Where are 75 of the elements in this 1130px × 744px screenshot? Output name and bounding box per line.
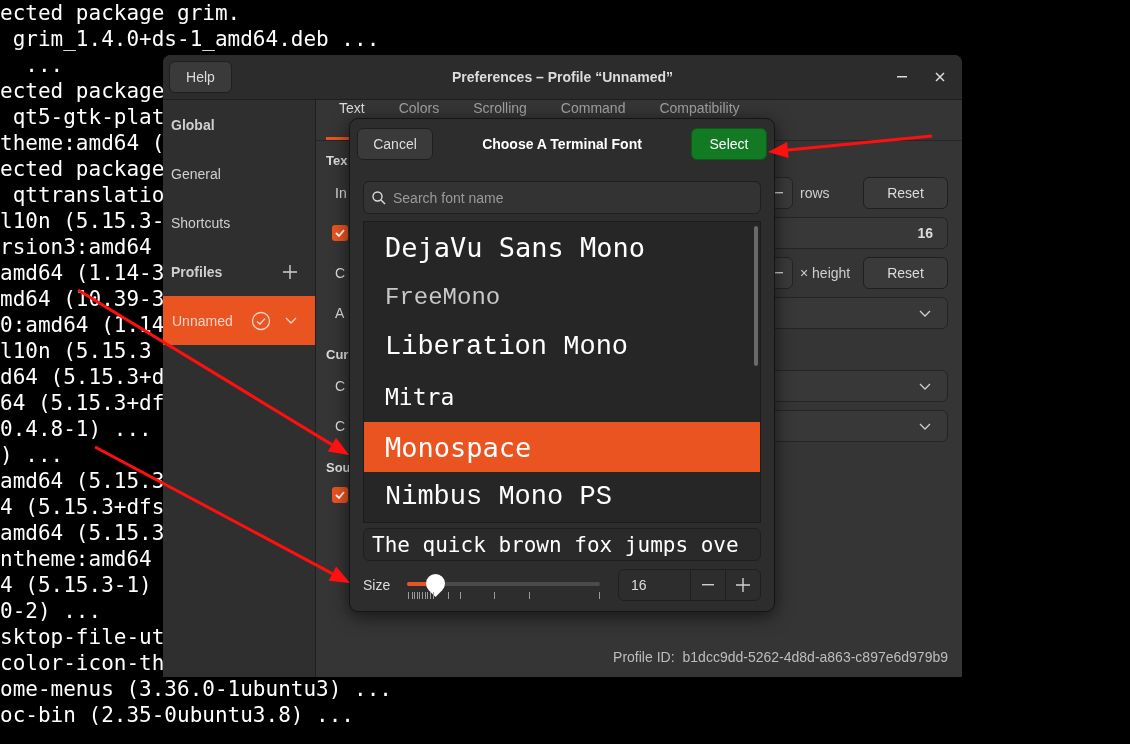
unit-label: × height (799, 265, 852, 281)
terminal-line: ected package (0, 78, 165, 104)
size-label: Size (363, 577, 392, 593)
field-label: A (334, 305, 345, 321)
font-list-item[interactable]: Mitra (364, 372, 760, 422)
sidebar-item[interactable]: General (163, 149, 315, 198)
terminal-line: sktop-file-ut (0, 624, 165, 650)
terminal-line: grim_1.4.0+ds-1_amd64.deb ... (11, 26, 380, 52)
window-title: Preferences – Profile “Unnamed” (452, 69, 673, 85)
terminal-line: 4 (5.15.3-1) (0, 572, 152, 598)
terminal-line: amd64 (1.14-3 (0, 260, 165, 286)
chevron-down-icon (919, 309, 931, 317)
chevron-down-icon (919, 382, 931, 390)
terminal-line: amd64 (5.15.3 (0, 468, 165, 494)
terminal-line: d64 (5.15.3+d (0, 364, 165, 390)
profile-id-value: b1dcc9dd-5262-4d8d-a863-c897e6d979b9 (682, 649, 948, 665)
close-icon (935, 72, 945, 82)
terminal-line: ... (24, 52, 64, 78)
font-list-item[interactable]: DejaVu Sans Mono (364, 222, 760, 272)
profile-name: Unnamed (172, 312, 233, 329)
plus-icon (736, 578, 750, 592)
terminal-line: 4 (5.15.3+dfs (0, 494, 165, 520)
chevron-down-icon (919, 422, 931, 430)
unit-label: rows (799, 185, 831, 201)
font-list-item[interactable]: FreeMono (364, 272, 760, 322)
terminal-line: rsion3:amd64 (0, 234, 152, 260)
field-label: C (334, 378, 346, 394)
terminal-line: ntheme:amd64 (0, 546, 152, 572)
section-heading: Profiles (171, 263, 223, 280)
search-icon (372, 191, 386, 205)
terminal-line: ome-menus (3.36.0-1ubuntu3) ... (0, 676, 392, 702)
font-list-item[interactable]: Monospace (364, 422, 760, 472)
font-list-item[interactable]: Nimbus Mono PS (364, 472, 760, 522)
terminal-line: theme:amd64 ( (0, 130, 165, 156)
checkmark-icon (335, 491, 345, 499)
minimize-icon (897, 76, 907, 78)
terminal-line: ected package grim. (0, 0, 241, 26)
reset-button[interactable]: Reset (863, 177, 948, 209)
size-value: 16 (630, 576, 648, 595)
select-button[interactable]: Select (691, 128, 767, 160)
reset-button[interactable]: Reset (863, 257, 948, 289)
terminal-line: oc-bin (2.35-0ubuntu3.8) ... (0, 702, 354, 728)
terminal-line: amd64 (5.15.3 (0, 520, 165, 546)
section-heading: Global (171, 116, 215, 133)
sidebar-item[interactable]: Shortcuts (163, 198, 315, 247)
field-label: C (334, 265, 346, 281)
cancel-button[interactable]: Cancel (357, 128, 433, 160)
profile-id-label: Profile ID: (613, 649, 675, 665)
terminal-line: ) ... (0, 442, 64, 468)
terminal-line: color-icon-th (0, 650, 165, 676)
terminal-line: 64 (5.15.3+df (0, 390, 165, 416)
font-list-item[interactable]: Liberation Mono (364, 322, 760, 372)
terminal-line: l10n (5.15.3- (0, 208, 165, 234)
terminal-line: 0-2) ... (0, 598, 102, 624)
field-label: C (334, 418, 346, 434)
preview-text: The quick brown fox jumps ove (363, 528, 761, 561)
terminal-line: ected package (0, 156, 165, 182)
help-button[interactable]: Help (169, 61, 232, 93)
terminal-line: qt5-gtk-plat (11, 104, 165, 130)
terminal-line: 0.4.8-1) ... (0, 416, 152, 442)
checkmark-icon (335, 229, 345, 237)
section-heading: Cur (326, 346, 349, 364)
scrollbar[interactable] (754, 226, 758, 366)
terminal-line: l10n (5.15.3 (0, 338, 152, 364)
size-spin-box[interactable]: 16 (618, 569, 761, 601)
dialog-title: Choose A Terminal Font (482, 136, 642, 152)
chevron-down-icon (285, 317, 297, 324)
section-heading: Tex (326, 152, 348, 170)
add-icon[interactable] (283, 264, 297, 279)
checkbox[interactable] (332, 487, 348, 503)
search-field[interactable]: Search font name (363, 181, 761, 214)
minus-icon (702, 584, 714, 586)
field-label: In (334, 185, 347, 201)
checkbox[interactable] (332, 225, 348, 241)
terminal-line: qttranslatio (11, 182, 165, 208)
